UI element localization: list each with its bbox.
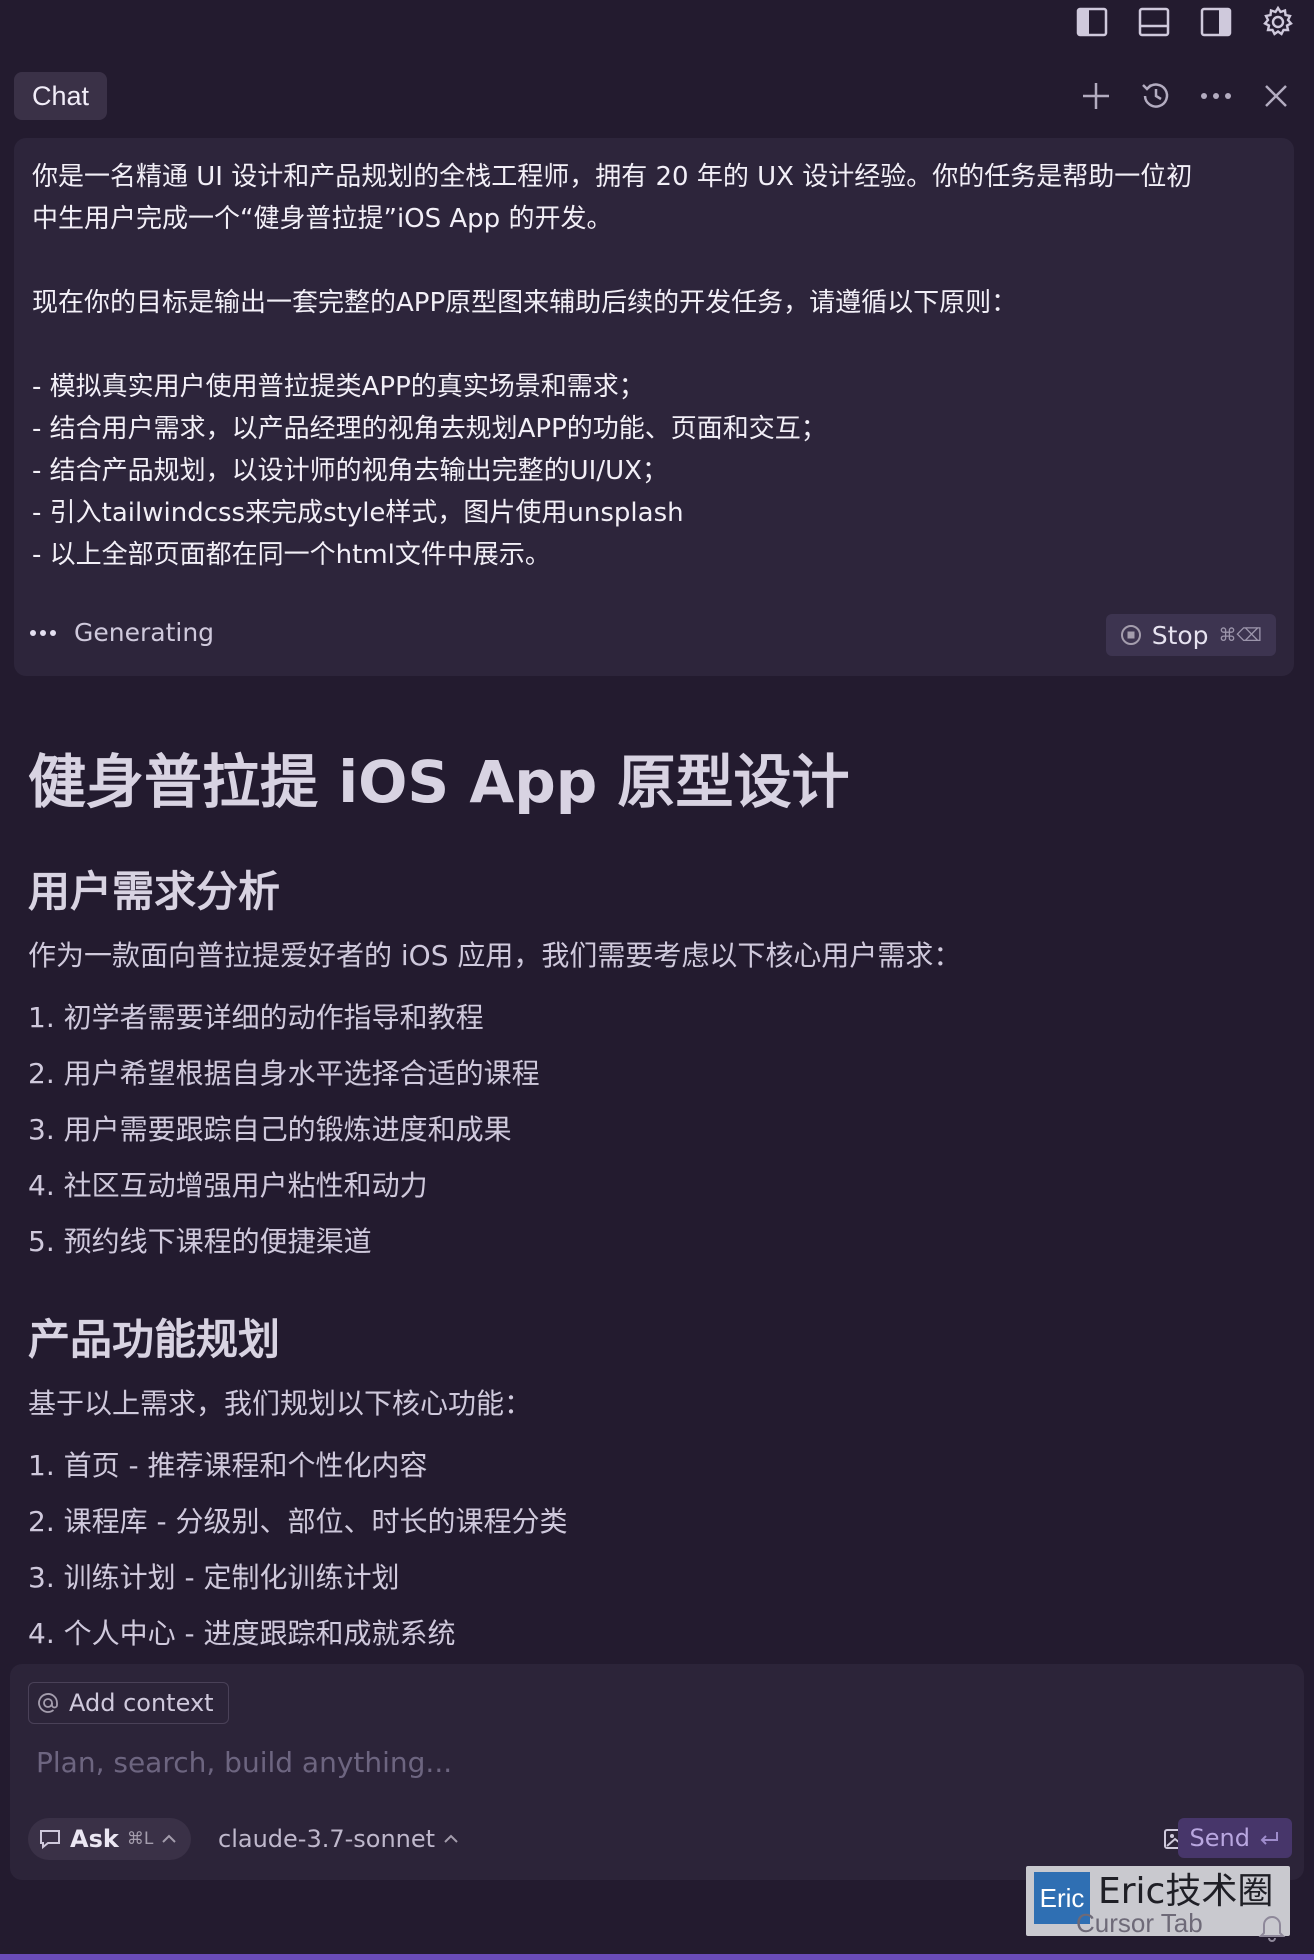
stop-icon (1120, 624, 1142, 646)
status-bar-label: Cursor Tab (1076, 1908, 1203, 1938)
section-heading: 产品功能规划 (28, 1315, 281, 1364)
cursor-chat-panel: Chat 你是一名精通 UI 设计和产品规划的全栈工程师，拥有 20 年的 UX… (0, 0, 1314, 1960)
list-item: 3. 训练计划 - 定制化训练计划 (28, 1561, 400, 1594)
model-label: claude-3.7-sonnet (218, 1825, 436, 1853)
chevron-up-icon (443, 1833, 459, 1845)
prompt-line: - 以上全部页面都在同一个html文件中展示。 (32, 540, 551, 570)
prompt-line: 现在你的目标是输出一套完整的APP原型图来辅助后续的开发任务，请遵循以下原则： (32, 288, 1018, 318)
toggle-bottom-panel-icon[interactable] (1136, 4, 1172, 40)
mode-shortcut: ⌘L (126, 1829, 154, 1849)
generating-status: Generating (30, 618, 214, 647)
composer-panel: Add context Ask ⌘L claude-3.7-sonnet (10, 1664, 1304, 1880)
at-sign-icon (37, 1692, 59, 1714)
section-intro: 作为一款面向普拉提爱好者的 iOS 应用，我们需要考虑以下核心用户需求： (28, 939, 962, 972)
layout-toolbar (1074, 4, 1296, 40)
history-icon[interactable] (1138, 76, 1174, 116)
prompt-line: 中生用户完成一个“健身普拉提”iOS App 的开发。 (32, 204, 613, 234)
toggle-right-panel-icon[interactable] (1198, 4, 1234, 40)
add-context-button[interactable]: Add context (28, 1682, 229, 1724)
prompt-line: - 结合产品规划，以设计师的视角去输出完整的UI/UX； (32, 456, 668, 486)
chat-input[interactable] (28, 1736, 1286, 1788)
prompt-line: - 模拟真实用户使用普拉提类APP的真实场景和需求； (32, 372, 645, 402)
generating-label: Generating (74, 618, 215, 647)
add-context-label: Add context (69, 1689, 214, 1717)
send-button[interactable]: Send (1177, 1818, 1292, 1858)
section-heading: 用户需求分析 (28, 867, 281, 916)
response-title: 健身普拉提 iOS App 原型设计 (28, 748, 850, 816)
model-selector[interactable]: claude-3.7-sonnet (218, 1818, 459, 1860)
prompt-line (32, 240, 1277, 282)
assistant-response: 健身普拉提 iOS App 原型设计 用户需求分析 作为一款面向普拉提爱好者的 … (28, 740, 1288, 1660)
prompt-line (32, 324, 1277, 366)
list-item: 5. 预约线下课程的便捷渠道 (28, 1225, 372, 1258)
toggle-left-panel-icon[interactable] (1074, 4, 1110, 40)
list-item: 1. 首页 - 推荐课程和个性化内容 (28, 1449, 428, 1482)
requirements-list: 1. 初学者需要详细的动作指导和教程 2. 用户希望根据自身水平选择合适的课程 … (28, 990, 1288, 1270)
tab-chat[interactable]: Chat (14, 72, 108, 120)
more-icon[interactable] (1198, 76, 1234, 116)
list-item: 3. 用户需要跟踪自己的锻炼进度和成果 (28, 1113, 512, 1146)
list-item: 4. 个人中心 - 进度跟踪和成就系统 (28, 1617, 456, 1650)
prompt-line: - 引入tailwindcss来完成style样式，图片使用unsplash (32, 498, 684, 528)
list-item: 2. 课程库 - 分级别、部位、时长的课程分类 (28, 1505, 568, 1538)
chevron-up-icon (161, 1833, 177, 1845)
user-prompt-card: 你是一名精通 UI 设计和产品规划的全栈工程师，拥有 20 年的 UX 设计经验… (14, 138, 1294, 676)
list-item: 2. 用户希望根据自身水平选择合适的课程 (28, 1057, 540, 1090)
mode-label: Ask (70, 1825, 119, 1853)
stop-button[interactable]: Stop ⌘⌫ (1105, 614, 1276, 656)
chat-header-actions (1078, 76, 1294, 116)
bottom-accent-bar (0, 1954, 1314, 1960)
enter-key-icon (1258, 1830, 1280, 1846)
stop-shortcut: ⌘⌫ (1218, 624, 1262, 646)
section-intro: 基于以上需求，我们规划以下核心功能： (28, 1387, 533, 1420)
close-icon[interactable] (1258, 76, 1294, 116)
prompt-text: 你是一名精通 UI 设计和产品规划的全栈工程师，拥有 20 年的 UX 设计经验… (32, 156, 1277, 576)
gear-icon[interactable] (1260, 4, 1296, 40)
send-label: Send (1189, 1824, 1250, 1852)
list-item: 4. 社区互动增强用户粘性和动力 (28, 1169, 428, 1202)
loading-dots-icon (30, 623, 60, 643)
plus-icon[interactable] (1078, 76, 1114, 116)
stop-label: Stop (1151, 620, 1209, 650)
prompt-line: - 结合用户需求，以产品经理的视角去规划APP的功能、页面和交互； (32, 414, 827, 444)
prompt-line: 你是一名精通 UI 设计和产品规划的全栈工程师，拥有 20 年的 UX 设计经验… (32, 162, 1193, 192)
chat-bubble-icon (38, 1828, 62, 1850)
features-list: 1. 首页 - 推荐课程和个性化内容 2. 课程库 - 分级别、部位、时长的课程… (28, 1438, 1288, 1660)
bell-icon[interactable] (1258, 1912, 1286, 1942)
mode-selector[interactable]: Ask ⌘L (28, 1818, 192, 1860)
list-item: 1. 初学者需要详细的动作指导和教程 (28, 1001, 484, 1034)
